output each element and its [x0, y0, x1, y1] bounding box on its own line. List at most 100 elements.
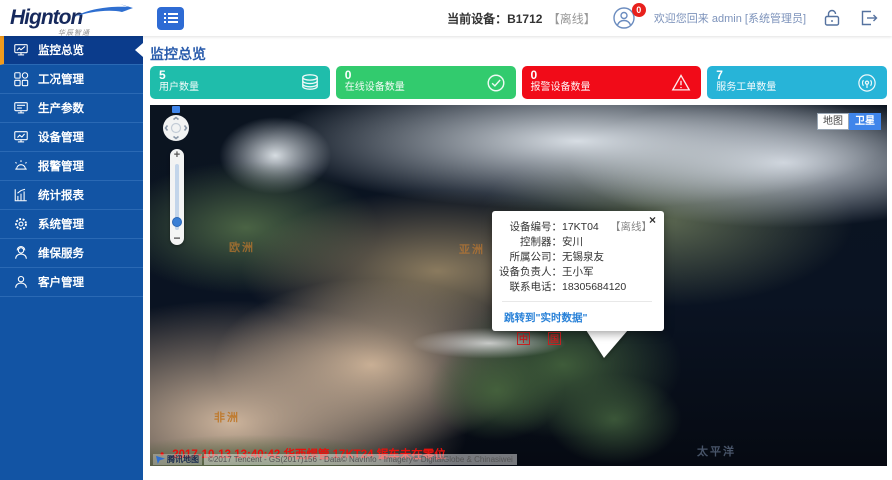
popup-row-label: 设备编号：: [498, 220, 562, 235]
map-view-button[interactable]: 地图: [817, 113, 849, 130]
popup-row-value: 王小军: [562, 265, 594, 280]
sidebar-item-customer-management[interactable]: 客户管理: [0, 268, 143, 297]
popup-row-label: 设备负责人：: [498, 265, 562, 280]
check-circle-icon: [486, 73, 506, 93]
sidebar-item-label: 工况管理: [38, 71, 84, 87]
satellite-view-button[interactable]: 卫星: [849, 113, 881, 130]
stat-card-online-devices[interactable]: 0 在线设备数量: [336, 66, 516, 99]
sidebar-item-system-management[interactable]: 系统管理: [0, 210, 143, 239]
realtime-data-link[interactable]: 跳转到"实时数据": [504, 310, 587, 325]
popup-row: 联系电话： 18305684120: [498, 280, 654, 295]
popup-row-label: 控制器：: [498, 235, 562, 250]
zoom-thumb[interactable]: [172, 217, 182, 227]
map-zoom-slider[interactable]: + −: [170, 149, 184, 245]
warning-triangle-icon: [671, 73, 691, 93]
gear-icon: [13, 216, 29, 232]
popup-stem: [584, 330, 630, 360]
sidebar-item-label: 统计报表: [38, 187, 84, 203]
database-icon: [300, 73, 320, 93]
tencent-map-logo: 腾讯地图: [153, 454, 202, 465]
map-label-africa: 非洲: [214, 409, 240, 425]
sidebar-item-label: 报警管理: [38, 158, 84, 174]
popup-row-value: 无锡泉友: [562, 250, 604, 265]
grid-icon: [13, 71, 29, 87]
stat-value: 0: [531, 69, 693, 82]
stat-cards-row: 5 用户数量 0 在线设备数量 0 报警设备数量: [150, 66, 887, 99]
popup-row-value: 17KT04: [562, 220, 599, 235]
notification-badge: 0: [632, 3, 646, 17]
map-pan-control[interactable]: [162, 114, 190, 142]
popup-device-status: 【离线】: [610, 220, 654, 235]
device-info-popup: × 设备编号： 17KT04 【离线】 控制器： 安川 所属公司： 无锡泉友 设…: [492, 211, 664, 331]
sidebar-item-alarm-management[interactable]: 报警管理: [0, 152, 143, 181]
monitor-chart-icon: [13, 42, 29, 58]
sidebar-item-label: 生产参数: [38, 100, 84, 116]
map-label-asia: 亚洲: [459, 241, 485, 257]
popup-row-value: 18305684120: [562, 280, 626, 295]
bar-chart-icon: [13, 187, 29, 203]
lock-icon[interactable]: [822, 8, 842, 28]
tencent-logo-icon: [156, 455, 165, 464]
map-attribution: 腾讯地图 ©2017 Tencent - GS(2017)156 - Data©…: [153, 454, 517, 465]
zoom-in-button[interactable]: +: [170, 149, 184, 162]
welcome-text: 欢迎您回来 admin [系统管理员]: [654, 10, 806, 26]
current-device-label: 当前设备：B1712: [447, 12, 542, 26]
popup-row: 设备负责人： 王小军: [498, 265, 654, 280]
sidebar-item-device-management[interactable]: 设备管理: [0, 123, 143, 152]
logo-swoosh-icon: [72, 4, 134, 20]
sidebar-item-work-condition[interactable]: 工况管理: [0, 65, 143, 94]
popup-row: 控制器： 安川: [498, 235, 654, 250]
alarm-icon: [13, 158, 29, 174]
stat-label: 在线设备数量: [345, 82, 507, 94]
sidebar-item-production-params[interactable]: 生产参数: [0, 94, 143, 123]
map-label-china: 中 国: [517, 332, 561, 345]
sidebar: 监控总览 工况管理 生产参数 设备管理: [0, 36, 143, 480]
popup-row-label: 联系电话：: [498, 280, 562, 295]
monitor-icon: [13, 129, 29, 145]
brand-logo: Hignton 华辰智通: [0, 6, 143, 30]
person-icon: [13, 274, 29, 290]
stat-value: 0: [345, 69, 507, 82]
sidebar-item-maintenance-service[interactable]: 维保服务: [0, 239, 143, 268]
main-content: 监控总览 5 用户数量 0 在线设备数量 0: [143, 36, 892, 480]
list-icon: [164, 12, 178, 24]
current-device-text: 当前设备：B1712 【离线】: [447, 10, 596, 27]
sidebar-item-label: 设备管理: [38, 129, 84, 145]
popup-divider: [502, 301, 652, 302]
stat-card-alarm-devices[interactable]: 0 报警设备数量: [522, 66, 702, 99]
zoom-out-button[interactable]: −: [170, 232, 184, 245]
stat-card-users[interactable]: 5 用户数量: [150, 66, 330, 99]
device-status: 【离线】: [548, 12, 596, 26]
satellite-map[interactable]: + − 地图 卫星 欧洲 亚洲 非洲 太平洋 中 国 × 设备编号：: [150, 105, 887, 466]
map-type-toggle: 地图 卫星: [817, 113, 881, 130]
attribution-text: ©2017 Tencent - GS(2017)156 - Data© NavI…: [204, 454, 517, 465]
popup-row-label: 所属公司：: [498, 250, 562, 265]
stat-label: 报警设备数量: [531, 82, 693, 94]
map-label-pacific: 太平洋: [697, 443, 736, 459]
sidebar-item-label: 客户管理: [38, 274, 84, 290]
signal-icon: [857, 73, 877, 93]
stat-card-service-orders[interactable]: 7 服务工单数量: [707, 66, 887, 99]
popup-row: 所属公司： 无锡泉友: [498, 250, 654, 265]
top-bar: Hignton 华辰智通 当前设备：B1712 【离线】 0 欢迎您回来 adm…: [0, 0, 892, 36]
support-person-icon: [13, 245, 29, 261]
stat-label: 用户数量: [159, 82, 321, 94]
user-notifications[interactable]: 0: [612, 6, 638, 30]
popup-row-value: 安川: [562, 235, 583, 250]
page-title: 监控总览: [150, 44, 887, 60]
stat-value: 7: [716, 69, 878, 82]
popup-row: 设备编号： 17KT04 【离线】: [498, 220, 654, 235]
logout-icon[interactable]: [858, 8, 878, 28]
logo-subtext: 华辰智通: [58, 28, 90, 38]
stat-label: 服务工单数量: [716, 82, 878, 94]
sidebar-item-label: 系统管理: [38, 216, 84, 232]
sidebar-item-statistics-reports[interactable]: 统计报表: [0, 181, 143, 210]
sidebar-item-label: 监控总览: [38, 42, 84, 58]
menu-toggle-button[interactable]: [157, 7, 184, 30]
sidebar-item-monitor-overview[interactable]: 监控总览: [0, 36, 143, 65]
close-icon[interactable]: ×: [649, 214, 656, 226]
china-char: 中: [517, 332, 530, 345]
monitor-icon: [13, 100, 29, 116]
map-scale-icon: [172, 106, 180, 113]
china-char: 国: [548, 332, 561, 345]
